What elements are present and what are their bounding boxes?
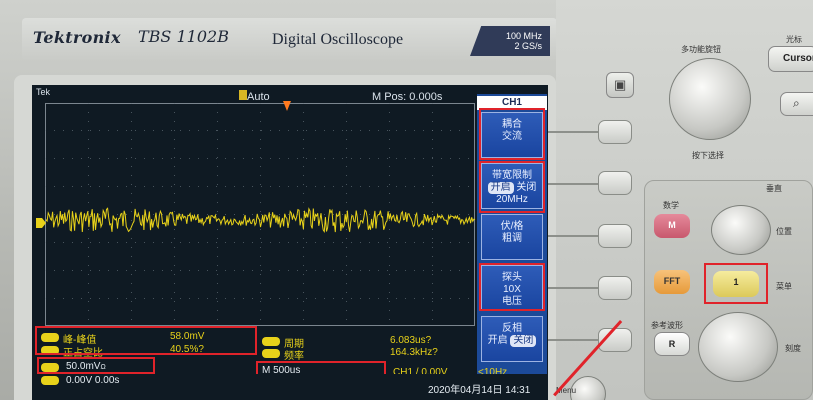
connector-line [548,339,598,341]
measure-tag-icon [262,337,280,346]
fft-button[interactable]: FFT [654,270,690,294]
ch1-waveform [46,207,476,233]
spec-samplerate: 2 GS/s [514,41,542,51]
menu-volts-div-value: 粗调 [502,233,522,244]
tek-label: Tek [36,87,51,97]
menu-invert[interactable]: 反相 开启 关闭 [481,316,543,362]
multipurpose-knob[interactable] [669,58,751,140]
datetime: 2020年04月14日 14:31 [428,385,531,396]
offset-readout: 0.00V 0.00s [66,375,120,386]
reference-label: 参考波形 [651,321,683,330]
scale-label: 刻度 [785,344,801,353]
frequency-label: 频率 [284,351,304,362]
cursor-label: 光标 [786,35,802,44]
menu-invert-on: 开启 [487,335,508,346]
menu-invert-label: 反相 [502,323,522,334]
brand-label: Tektronix [33,28,121,47]
trigger-status: Auto [247,91,270,103]
spec-badge: 100 MHz 2 GS/s [470,26,550,56]
search-icon: ⌕ [793,96,800,110]
menu-volts-div-label: 伏/格 [500,221,524,232]
highlight-box [37,357,155,374]
side-button-3[interactable] [598,224,632,248]
frequency-value: 164.3kHz? [390,347,438,358]
connector-line [548,235,598,237]
side-button-4[interactable] [598,276,632,300]
highlight-box [479,263,545,311]
multi-knob-label: 多功能旋钮 [681,45,721,54]
reference-button[interactable]: R [654,332,690,356]
offset-tag-icon [41,376,59,385]
save-button[interactable]: ▣ [606,72,634,98]
cursor-button[interactable]: Cursor [768,46,813,72]
highlight-box [35,326,257,355]
ch1-trace [46,207,476,233]
device-subtitle: Digital Oscilloscope [272,31,404,48]
model-label: TBS 1102B [138,27,229,46]
ch1-scale-knob[interactable] [698,312,778,382]
push-select-label: 按下选择 [692,151,724,160]
spec-bandwidth: 100 MHz [505,31,542,41]
menu-invert-off: 关闭 [510,335,537,347]
side-button-2[interactable] [598,171,632,195]
ch1-position-knob[interactable] [711,205,771,255]
position-label: 位置 [776,227,792,236]
math-button[interactable]: M [654,214,690,238]
math-label: 数学 [663,201,679,210]
connector-line [548,131,598,133]
save-icon: ▣ [614,77,627,92]
side-button-1[interactable] [598,120,632,144]
connector-line [548,287,598,289]
m-pos-readout: M Pos: 0.000s [372,91,443,103]
trigger-status-icon [239,90,247,100]
highlight-box [479,161,545,213]
menu-label: 菜单 [776,282,792,291]
vertical-label: 垂直 [766,184,782,193]
measure-tag-icon [262,349,280,358]
period-value: 6.083us? [390,335,432,346]
oscilloscope-photo: Tektronix TBS 1102B Digital Oscilloscope… [0,0,813,400]
search-button[interactable]: ⌕ [780,92,813,116]
highlight-box [704,263,768,304]
connector-line [548,183,598,185]
highlight-box [479,108,545,160]
menu-volts-div[interactable]: 伏/格 粗调 [481,214,543,260]
